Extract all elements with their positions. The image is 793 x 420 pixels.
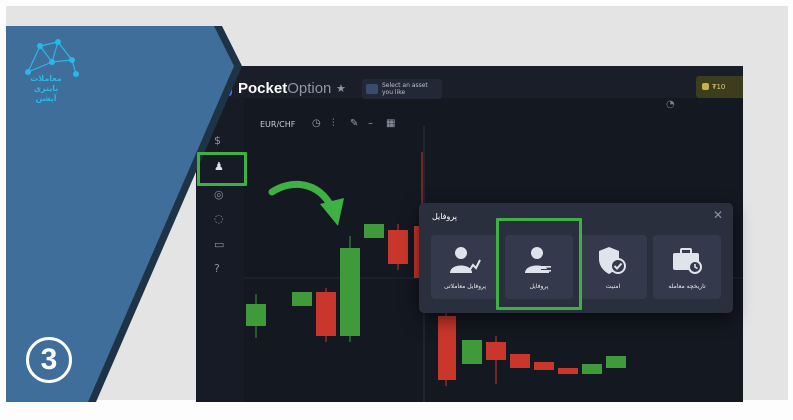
step-number: 3 bbox=[26, 337, 72, 383]
trading-profile-label: پروفایل معاملاتی bbox=[443, 283, 487, 290]
trading-profile-icon bbox=[450, 247, 481, 273]
security-label: امنیت bbox=[605, 283, 621, 290]
briefcase-history-icon bbox=[673, 248, 702, 274]
shield-check-icon bbox=[599, 247, 626, 274]
curved-arrow-icon bbox=[268, 181, 344, 226]
trading-profile-card[interactable]: پروفایل معاملاتی bbox=[431, 235, 499, 299]
trade-history-card[interactable]: تاریخچه معامله bbox=[653, 235, 721, 299]
trade-history-label: تاریخچه معامله bbox=[668, 283, 706, 290]
sidebar-profile-highlight bbox=[197, 152, 247, 186]
brand-text: معاملات باینری آپشن bbox=[30, 74, 62, 103]
tutorial-slide: PocketOption ★ Select an asset you like … bbox=[0, 0, 793, 420]
popup-title: پروفایل bbox=[431, 212, 457, 221]
security-card[interactable]: امنیت bbox=[579, 235, 647, 299]
profile-card-highlight bbox=[496, 218, 582, 310]
close-icon[interactable]: ✕ bbox=[713, 208, 723, 222]
